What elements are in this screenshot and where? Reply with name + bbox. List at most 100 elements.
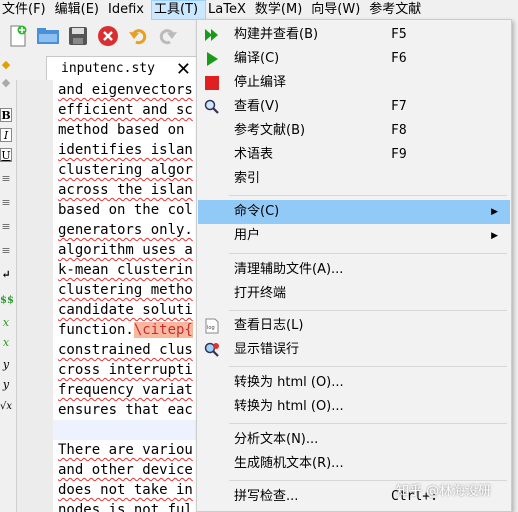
menu-item-commands[interactable]: 命令(C) ▶: [198, 200, 510, 224]
menu-item-shortcut: F6: [391, 51, 407, 66]
menu-item-label: 术语表: [234, 147, 274, 162]
menu-file[interactable]: 文件(F): [0, 0, 53, 20]
menu-item-label: 查看(V): [234, 99, 280, 114]
editor-line: across the islan: [58, 182, 193, 198]
editor-line: constrained clus: [58, 342, 193, 358]
save-icon[interactable]: [66, 24, 90, 48]
watermark: 知乎 @林海设研: [396, 484, 492, 499]
menu-latex[interactable]: LaTeX: [206, 0, 253, 20]
redo-icon[interactable]: [156, 24, 180, 48]
editor-line: generators only.: [58, 222, 193, 238]
error-line-icon: [204, 342, 220, 358]
menu-bar: 文件(F) 编辑(E) Idefix 工具(T) LaTeX 数学(M) 向导(…: [0, 0, 518, 20]
superscript-icon[interactable]: x: [0, 336, 12, 350]
subscript-icon[interactable]: x: [0, 316, 12, 330]
editor-line: clustering algor: [58, 162, 193, 178]
menu-item-convert-html[interactable]: 转换为 html (O)...: [198, 371, 510, 395]
dfrac-icon[interactable]: y: [0, 378, 12, 392]
fraction-icon[interactable]: y: [0, 358, 12, 372]
menu-item-clean-aux[interactable]: 清理辅助文件(A)...: [198, 258, 510, 282]
underline-icon[interactable]: U: [0, 148, 12, 162]
menu-item-stop-compile[interactable]: 停止编译: [198, 71, 510, 95]
menu-item-label: 构建并查看(B): [234, 27, 319, 42]
menu-item-analyze-text[interactable]: 分析文本(N)...: [198, 428, 510, 452]
menu-item-index[interactable]: 索引: [198, 167, 510, 191]
menu-edit[interactable]: 编辑(E): [53, 0, 106, 20]
menu-tools[interactable]: 工具(T): [150, 0, 207, 20]
menu-item-shortcut: F9: [391, 147, 407, 162]
line-gutter: [17, 80, 53, 512]
editor-text[interactable]: and eigenvectors efficient and sc method…: [58, 80, 200, 512]
close-red-icon[interactable]: [96, 24, 120, 48]
log-icon: log: [204, 318, 220, 334]
palette-marker-icon[interactable]: ◆: [0, 76, 12, 90]
editor-line: cross interrupti: [58, 362, 193, 378]
stop-icon: [204, 75, 220, 91]
menu-item-label: 拼写检查...: [234, 489, 299, 504]
justify-icon[interactable]: ≡: [0, 244, 12, 258]
math-mode-icon[interactable]: $$: [0, 294, 14, 308]
menu-separator: [229, 253, 507, 254]
newline-icon[interactable]: ↵: [0, 268, 12, 282]
align-right-icon[interactable]: ≡: [0, 220, 12, 234]
submenu-arrow-icon: ▶: [491, 231, 498, 241]
align-center-icon[interactable]: ≡: [0, 196, 12, 210]
menu-item-compile[interactable]: 编译(C) F6: [198, 47, 510, 71]
undo-icon[interactable]: [126, 24, 150, 48]
submenu-arrow-icon: ▶: [491, 207, 498, 217]
menu-item-convert-html-2[interactable]: 转换为 html (O)...: [198, 395, 510, 419]
menu-item-label: 用户: [234, 228, 261, 243]
menu-item-glossary[interactable]: 术语表 F9: [198, 143, 510, 167]
tools-menu: 构建并查看(B) F5 编译(C) F6 停止编译 查看(V) F7 参考文献(…: [196, 19, 512, 512]
italic-icon[interactable]: I: [0, 128, 12, 142]
editor-line: does not take in: [58, 482, 193, 498]
menu-separator: [229, 366, 507, 367]
menu-bibliography[interactable]: 参考文献: [367, 0, 428, 20]
editor-line: ensures that eac: [58, 402, 193, 418]
menu-item-label: 转换为 html (O)...: [234, 399, 344, 414]
menu-item-label: 索引: [234, 171, 261, 186]
cite-command: \citep{: [133, 322, 193, 338]
editor-line: and other device: [58, 462, 193, 478]
menu-item-label: 编译(C): [234, 51, 280, 66]
toolbar: [0, 20, 200, 52]
editor-line: efficient and sc: [58, 102, 193, 118]
editor-pane[interactable]: and eigenvectors efficient and sc method…: [16, 80, 200, 512]
editor-line-blank: [58, 420, 200, 440]
menu-item-view-log[interactable]: log 查看日志(L): [198, 314, 510, 338]
close-tab-icon[interactable]: ✕: [176, 59, 191, 80]
editor-line: algorithm uses a: [58, 242, 193, 258]
menu-math[interactable]: 数学(M): [253, 0, 309, 20]
menu-item-user[interactable]: 用户 ▶: [198, 224, 510, 248]
editor-line: k-mean clusterin: [58, 262, 193, 278]
editor-line: nodes is not ful: [58, 502, 193, 512]
menu-item-label: 清理辅助文件(A)...: [234, 262, 344, 277]
editor-line: candidate soluti: [58, 302, 193, 318]
align-left-icon[interactable]: ≡: [0, 172, 12, 186]
menu-item-bibliography[interactable]: 参考文献(B) F8: [198, 119, 510, 143]
menu-item-build-view[interactable]: 构建并查看(B) F5: [198, 23, 510, 47]
palette-marker-icon[interactable]: ◆: [0, 58, 12, 72]
tab-inputenc[interactable]: inputenc.sty ✕: [46, 56, 206, 80]
editor-line: There are variou: [58, 442, 193, 458]
open-folder-icon[interactable]: [36, 24, 60, 48]
menu-item-shortcut: F5: [391, 27, 407, 42]
menu-item-label: 停止编译: [234, 75, 287, 90]
tab-filename: inputenc.sty: [61, 61, 155, 76]
menu-item-label: 查看日志(L): [234, 318, 304, 333]
new-file-icon[interactable]: [6, 24, 30, 48]
menu-separator: [229, 310, 507, 311]
menu-item-show-error-lines[interactable]: 显示错误行: [198, 338, 510, 362]
menu-wizards[interactable]: 向导(W): [309, 0, 367, 20]
menu-idefix[interactable]: Idefix: [106, 0, 151, 20]
editor-line-text: function.: [58, 322, 134, 338]
menu-item-shortcut: F8: [391, 123, 407, 138]
menu-item-label: 转换为 html (O)...: [234, 375, 344, 390]
menu-item-random-text[interactable]: 生成随机文本(R)...: [198, 452, 510, 476]
editor-line: frequency variat: [58, 382, 193, 398]
menu-item-view[interactable]: 查看(V) F7: [198, 95, 510, 119]
menu-item-open-terminal[interactable]: 打开终端: [198, 282, 510, 306]
bold-icon[interactable]: B: [0, 108, 12, 122]
document-tabs: inputenc.sty ✕: [16, 52, 206, 80]
sqrt-icon[interactable]: √x: [0, 400, 12, 414]
